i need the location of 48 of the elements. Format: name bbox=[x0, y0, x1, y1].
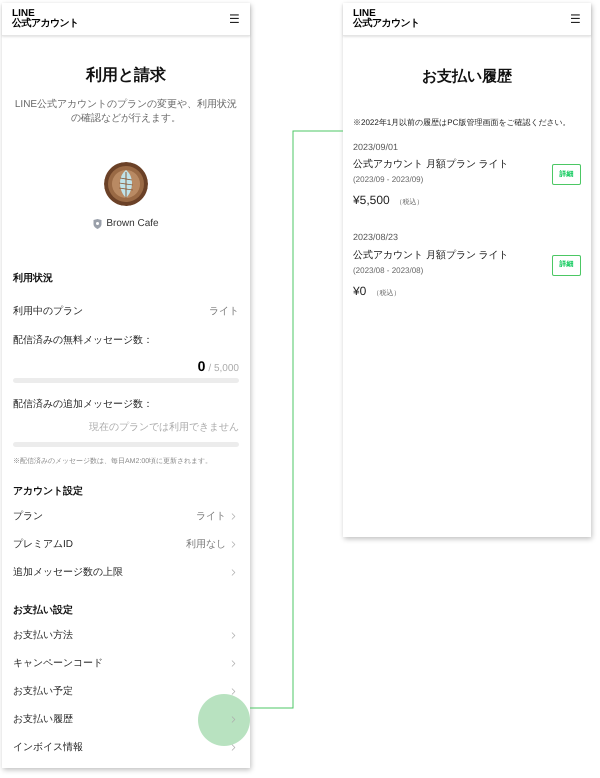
menu-row[interactable]: お支払い履歴 bbox=[2, 706, 250, 734]
logo-text: LINE bbox=[353, 9, 377, 19]
plan-name: 公式アカウント 月額プラン ライト bbox=[353, 158, 509, 172]
billing-period: (2023/08 - 2023/08) bbox=[353, 264, 424, 276]
plan-value: ライト bbox=[209, 305, 239, 319]
menu-value: 利用なし bbox=[186, 538, 226, 552]
payment-amount: ¥0 bbox=[353, 282, 366, 300]
unavailable-text: 現在のプランでは利用できません bbox=[89, 420, 239, 435]
plan-name: 公式アカウント 月額プラン ライト bbox=[353, 248, 509, 262]
meter-label: 配信済みの追加メッセージ数： bbox=[13, 398, 154, 412]
logo-text: 公式アカウント bbox=[353, 19, 420, 29]
menu-value: ライト bbox=[196, 510, 226, 524]
menu-label: 追加メッセージ数の上限 bbox=[13, 566, 123, 580]
menu-label: お支払い予定 bbox=[13, 684, 73, 699]
menu-label: プラン bbox=[13, 510, 43, 524]
menu-row[interactable]: プラン ライト bbox=[2, 502, 250, 530]
section-heading: お支払い設定 bbox=[12, 603, 74, 618]
menu-row[interactable]: プレミアムID 利用なし bbox=[2, 530, 250, 558]
menu-label: プレミアムID bbox=[13, 538, 73, 552]
section-heading: 利用状況 bbox=[12, 272, 54, 286]
payment-date: 2023/09/01 bbox=[353, 140, 400, 154]
menu-button[interactable]: ☰ bbox=[570, 13, 581, 25]
logo-text: 公式アカウント bbox=[12, 19, 78, 29]
page-title: お支払い履歴 bbox=[421, 67, 513, 87]
menu-row[interactable]: お支払い予定 bbox=[2, 678, 250, 706]
logo-text: LINE bbox=[12, 9, 36, 19]
meter-label: 配信済みの無料メッセージ数： bbox=[13, 334, 154, 348]
menu-label: キャンペーンコード bbox=[13, 657, 103, 671]
message-total: / 5,000 bbox=[208, 362, 239, 376]
payment-date: 2023/08/23 bbox=[353, 231, 400, 244]
menu-label: お支払い方法 bbox=[13, 628, 73, 643]
menu-row[interactable]: 追加メッセージ数の上限 bbox=[2, 558, 250, 586]
menu-row[interactable]: キャンペーンコード bbox=[2, 650, 250, 678]
menu-row[interactable]: お支払い方法 bbox=[2, 622, 250, 650]
billing-period: (2023/09 - 2023/09) bbox=[353, 174, 424, 186]
menu-label: インボイス情報 bbox=[13, 740, 83, 755]
payment-amount: ¥5,500 bbox=[353, 192, 390, 209]
shield-icon bbox=[93, 218, 102, 228]
page-description: LINE公式アカウントのプランの変更や、利用状況の確認などが行えます。 bbox=[14, 98, 238, 126]
menu-label: お支払い履歴 bbox=[13, 712, 73, 727]
history-note: ※2022年1月以前の履歴はPC版管理画面をご確認ください。 bbox=[352, 116, 572, 128]
menu-row[interactable]: インボイス情報 bbox=[2, 734, 250, 762]
section-heading: アカウント設定 bbox=[12, 484, 84, 498]
page-title: 利用と請求 bbox=[84, 65, 167, 86]
plan-label: 利用中のプラン bbox=[13, 304, 83, 319]
account-name: Brown Cafe bbox=[106, 217, 159, 231]
message-count: 0 bbox=[198, 357, 206, 376]
menu-button[interactable]: ☰ bbox=[229, 13, 240, 25]
